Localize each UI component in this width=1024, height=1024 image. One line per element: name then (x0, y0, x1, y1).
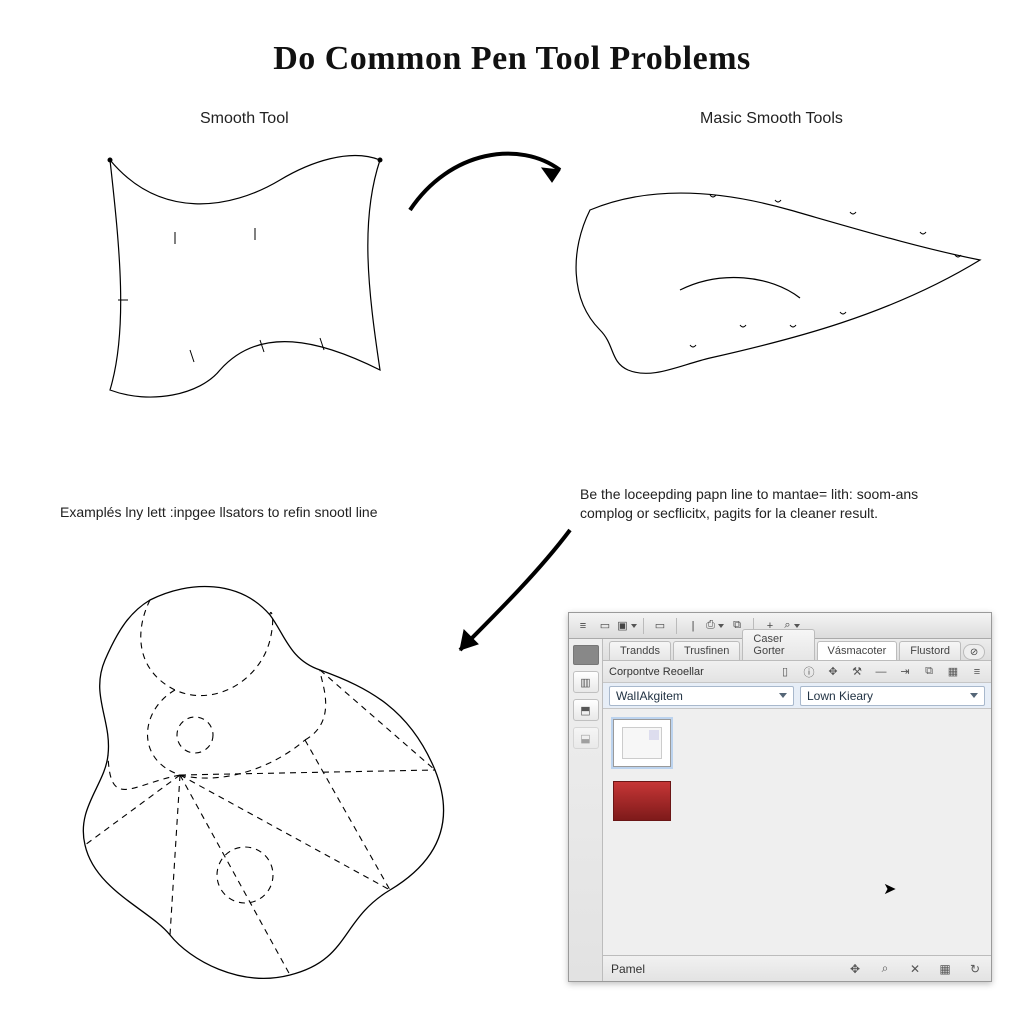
caption-bottom-right: Be the loceepding papn line to mantae= l… (580, 485, 960, 523)
illustration-before-shape (80, 140, 400, 420)
panel-subbar: Corpontve Reoellar ▯ ⓘ ✥ ⚒ — ⇥ ⧉ ▦ ≡ (603, 661, 991, 683)
align-icon[interactable]: | (685, 618, 701, 634)
illustration-after-shape (560, 140, 990, 400)
panel-tab[interactable]: Trandds (609, 641, 671, 660)
menu-icon[interactable]: ≡ (575, 618, 591, 634)
subbar-info-icon[interactable]: ⓘ (801, 664, 817, 680)
panel-main: Trandds Trusfinen Caser Gorter Vásmacote… (603, 639, 991, 981)
footer-refresh-icon[interactable]: ↻ (967, 961, 983, 977)
subbar-copy-icon[interactable]: ⧉ (921, 664, 937, 680)
panel-content: ➤ (603, 709, 991, 955)
subhead-masic-smooth-tools: Masic Smooth Tools (700, 110, 843, 128)
sidebar-btn-2[interactable]: ⬒ (573, 699, 599, 721)
panel-tab-close-icon[interactable]: ⊘ (963, 644, 985, 660)
sidebar-thumb[interactable] (573, 645, 599, 665)
content-thumbnail[interactable] (613, 719, 671, 767)
subbar-menu-icon[interactable]: ≡ (969, 664, 985, 680)
arrow-before-after (400, 130, 580, 240)
app-panel: ≡ ▭ ▣ ▭ | ⎙ ⧉ + ⌕ ▥ ⬒ ⬓ Trandds Trusfine… (568, 612, 992, 982)
dropdown-right[interactable]: Lown Kieary (800, 686, 985, 706)
doc-icon[interactable]: ▭ (597, 618, 613, 634)
dropdown-right-label: Lown Kieary (807, 689, 873, 703)
separator (643, 618, 644, 634)
panel-footer-label: Pamel (611, 962, 645, 976)
subbar-wrench-icon[interactable]: ⚒ (849, 664, 865, 680)
footer-target-icon[interactable]: ✥ (847, 961, 863, 977)
content-thumbnail-inner (622, 727, 662, 759)
footer-grid-icon[interactable]: ▦ (937, 961, 953, 977)
panel-footer: Pamel ✥ ⌕ ✕ ▦ ↻ (603, 955, 991, 981)
dropdown-left-label: WalIAkgitem (616, 689, 683, 703)
panel-tab[interactable]: Trusfinen (673, 641, 740, 660)
footer-delete-icon[interactable]: ✕ (907, 961, 923, 977)
footer-search-icon[interactable]: ⌕ (877, 961, 893, 977)
image-dropdown-icon[interactable]: ▣ (619, 618, 635, 634)
color-swatch-red[interactable] (613, 781, 671, 821)
subbar-grid-icon[interactable]: ▦ (945, 664, 961, 680)
chevron-down-icon (970, 693, 978, 698)
page-title: Do Common Pen Tool Problems (0, 40, 1024, 78)
tool-dropdown-icon[interactable]: ⎙ (707, 618, 723, 634)
subbar-export-icon[interactable]: ⇥ (897, 664, 913, 680)
panel-tab[interactable]: Caser Gorter (742, 629, 814, 660)
subbar-dash-icon[interactable]: — (873, 664, 889, 680)
caption-bottom-left: Examplés lny lett :inpgee llsators to re… (60, 503, 420, 522)
panel-subbar-label: Corpontve Reoellar (609, 666, 704, 678)
panel-tab-active[interactable]: Vásmacoter (817, 641, 898, 660)
panel-sidebar: ▥ ⬒ ⬓ (569, 639, 603, 981)
illustration-complex-shape (40, 560, 500, 1000)
cursor-icon: ➤ (883, 879, 896, 899)
panel-tabstrip: Trandds Trusfinen Caser Gorter Vásmacote… (603, 639, 991, 661)
dropdown-left[interactable]: WalIAkgitem (609, 686, 794, 706)
panel-tab[interactable]: Flustord (899, 641, 961, 660)
panel-body: ▥ ⬒ ⬓ Trandds Trusfinen Caser Gorter Vás… (569, 639, 991, 981)
sidebar-btn-3[interactable]: ⬓ (573, 727, 599, 749)
sidebar-btn-1[interactable]: ▥ (573, 671, 599, 693)
separator (676, 618, 677, 634)
subhead-smooth-tool: Smooth Tool (200, 110, 289, 128)
panel-dropdown-row: WalIAkgitem Lown Kieary (603, 683, 991, 709)
layout-icon[interactable]: ▭ (652, 618, 668, 634)
subbar-target-icon[interactable]: ✥ (825, 664, 841, 680)
subbar-doc-icon[interactable]: ▯ (777, 664, 793, 680)
chevron-down-icon (779, 693, 787, 698)
